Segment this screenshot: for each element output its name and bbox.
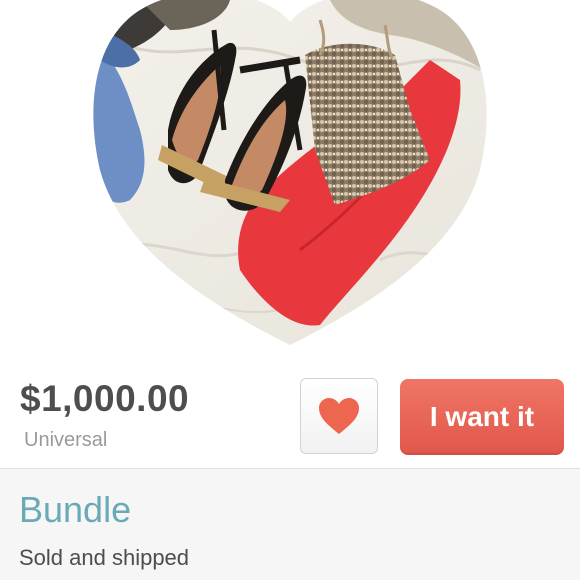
price-section: $1,000.00 Universal I want it: [0, 365, 580, 468]
listing-price: $1,000.00: [20, 378, 190, 419]
details-section: Bundle Sold and shipped: [0, 469, 580, 580]
listing-category[interactable]: Bundle: [19, 489, 131, 531]
like-button[interactable]: [300, 378, 378, 454]
heart-icon: [319, 398, 359, 434]
i-want-it-button[interactable]: I want it: [400, 379, 564, 455]
listing-size: Universal: [24, 429, 108, 451]
shipping-info: Sold and shipped: [19, 545, 190, 570]
listing-photo-area: [0, 0, 580, 365]
listing-photo[interactable]: [0, 0, 580, 365]
